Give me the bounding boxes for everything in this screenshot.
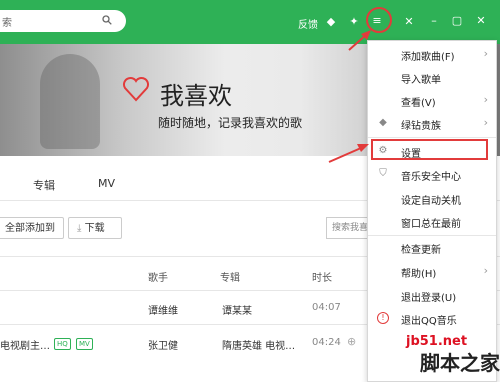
download-button[interactable]: ⤓ 下载 — [68, 217, 122, 239]
menu-item-logout[interactable]: 退出登录(U) — [368, 284, 496, 308]
menu-separator — [368, 137, 496, 138]
menu-item-label: 添加歌曲(F) — [401, 52, 455, 63]
add-all-button[interactable]: 全部添加到 — [0, 217, 64, 239]
menu-item-help[interactable]: 帮助(H) › — [368, 260, 496, 284]
main-menu: 添加歌曲(F) › 导入歌单 查看(V) › ◆ 绿钻贵族 › ⚙ 设置 ⛉ 音… — [367, 40, 497, 382]
close-icon[interactable]: ✕ — [474, 14, 488, 27]
menu-item-label: 退出登录(U) — [401, 293, 457, 304]
watermark-name: 脚本之家 — [420, 351, 500, 375]
header-duration[interactable]: 时长 — [312, 269, 332, 284]
chevron-right-icon: › — [483, 116, 488, 129]
globe-icon[interactable]: ⊕ — [347, 335, 356, 348]
menu-item-auto-shutdown[interactable]: 设定自动关机 — [368, 187, 496, 211]
tab-mv[interactable]: MV — [98, 177, 115, 190]
menu-item-add-song[interactable]: 添加歌曲(F) › — [368, 43, 496, 67]
menu-item-security-center[interactable]: ⛉ 音乐安全中心 — [368, 163, 496, 187]
menu-item-always-on-top[interactable]: 窗口总在最前 — [368, 210, 496, 234]
menu-item-green-diamond[interactable]: ◆ 绿钻贵族 › — [368, 112, 496, 136]
shield-icon: ⛉ — [379, 168, 387, 179]
download-icon: ⤓ — [77, 223, 85, 234]
add-all-label: 全部添加到 — [5, 223, 55, 234]
menu-item-label: 窗口总在最前 — [401, 219, 461, 230]
chevron-right-icon: › — [483, 93, 488, 106]
row2-album[interactable]: 隋唐英雄 电视… — [222, 337, 295, 352]
mini-mode-icon[interactable]: ✕ — [402, 15, 416, 28]
settings-highlight-box — [371, 139, 488, 160]
row1-duration: 04:07 — [312, 302, 341, 313]
row2-duration: 04:24 — [312, 337, 341, 348]
shirt-icon[interactable]: ✦ — [347, 15, 361, 28]
mv-badge[interactable]: MV — [76, 338, 93, 350]
search-box[interactable]: 索 — [0, 10, 126, 32]
header-singer[interactable]: 歌手 — [148, 269, 168, 284]
menu-item-view[interactable]: 查看(V) › — [368, 89, 496, 113]
heart-icon — [122, 76, 150, 102]
warning-icon: ! — [377, 312, 389, 324]
row1-singer[interactable]: 谭维维 — [148, 302, 178, 317]
search-icon[interactable] — [102, 15, 112, 25]
download-label: 下载 — [84, 223, 105, 234]
menu-item-label: 检查更新 — [401, 245, 441, 256]
tab-album[interactable]: 专辑 — [33, 177, 55, 193]
maximize-icon[interactable]: ▢ — [450, 14, 464, 27]
arrow-to-settings — [328, 144, 369, 163]
page-subtitle: 随时随地，记录我喜欢的歌 — [158, 116, 303, 130]
search-input[interactable]: 索 — [2, 14, 12, 29]
menu-item-label: 绿钻贵族 — [401, 121, 441, 132]
header-album[interactable]: 专辑 — [220, 269, 240, 284]
menu-item-label: 帮助(H) — [401, 269, 437, 280]
feedback-link[interactable]: 反馈 — [298, 16, 318, 31]
menu-item-label: 导入歌单 — [401, 75, 441, 86]
menu-item-exit[interactable]: ! 退出QQ音乐 — [368, 307, 496, 331]
row1-album[interactable]: 谭某某 — [222, 302, 252, 317]
hq-badge: HQ — [54, 338, 71, 350]
row2-title[interactable]: 电视剧主… — [0, 337, 50, 352]
list-search-input[interactable]: 搜索我喜 — [326, 217, 372, 239]
menu-item-check-update[interactable]: 检查更新 — [368, 236, 496, 260]
chevron-right-icon: › — [483, 47, 488, 60]
chevron-right-icon: › — [483, 264, 488, 277]
page-title: 我喜欢 — [160, 82, 232, 110]
menu-item-label: 设定自动关机 — [401, 196, 461, 207]
diamond-icon: ◆ — [379, 117, 387, 128]
menu-item-import-playlist[interactable]: 导入歌单 — [368, 66, 496, 90]
menu-item-label: 音乐安全中心 — [401, 172, 461, 183]
menu-item-label: 退出QQ音乐 — [401, 316, 457, 327]
menu-item-label: 查看(V) — [401, 98, 436, 109]
arrow-to-menu-icon — [348, 30, 371, 51]
row2-singer[interactable]: 张卫健 — [148, 337, 178, 352]
minimize-icon[interactable]: – — [427, 14, 441, 27]
banner-figure-left — [40, 54, 100, 149]
diamond-icon[interactable]: ◆ — [324, 15, 338, 28]
